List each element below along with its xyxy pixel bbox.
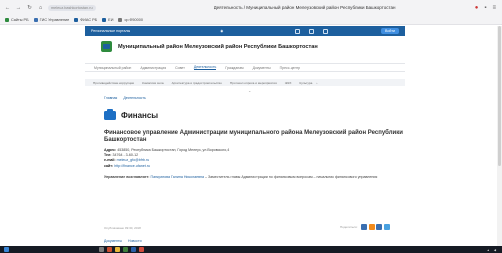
start-icon[interactable] bbox=[4, 247, 9, 252]
vk-icon[interactable] bbox=[361, 224, 368, 230]
browser-titlebar: ← → ↻ ⌂ meleuz.bashkortostan.ru Деятельн… bbox=[0, 0, 502, 15]
forward-icon[interactable]: → bbox=[15, 4, 22, 11]
regional-portals-link[interactable]: Региональные порталы bbox=[91, 29, 130, 33]
bookmark-icon bbox=[5, 17, 9, 22]
address-label: Адрес: bbox=[104, 148, 117, 152]
address-value: 453850, Республика Башкортостан, Город М… bbox=[117, 148, 230, 152]
site-label: сайт: bbox=[104, 164, 114, 168]
taskbar-app-icon[interactable] bbox=[131, 247, 136, 252]
email-label: e-mail: bbox=[104, 158, 116, 162]
subnav-item[interactable]: Комиссия села bbox=[142, 81, 163, 85]
email-link[interactable]: meleuz_gfo@bfrb.ru bbox=[117, 158, 150, 162]
head-description: – Заместитель главы Администрации по фин… bbox=[204, 175, 378, 179]
taskbar-app-icon[interactable] bbox=[115, 247, 120, 252]
site-logo[interactable] bbox=[101, 41, 112, 52]
reload-icon[interactable]: ↻ bbox=[26, 4, 33, 11]
bookmarks-bar: Сайты РБ ГИС Управление ФИАС РБ ЕИ ср.Ф5… bbox=[0, 15, 502, 25]
breadcrumb: Главная Деятельность bbox=[104, 96, 152, 100]
phone-value: 34764 - 3-60-12 bbox=[112, 153, 139, 157]
sub-navigation: Противодействие коррупции Комиссия села … bbox=[85, 79, 405, 86]
os-taskbar: ▲ ◀ bbox=[0, 246, 502, 253]
nav-item-administration[interactable]: Администрация bbox=[140, 66, 166, 70]
head-name-link[interactable]: Панкратова Галина Николаевна bbox=[150, 175, 203, 179]
share-label: Поделиться: bbox=[340, 225, 358, 229]
breadcrumb-activity[interactable]: Деятельность bbox=[123, 96, 146, 100]
home-icon[interactable]: ⌂ bbox=[37, 4, 44, 11]
page-scrollbar[interactable] bbox=[497, 26, 502, 246]
subnav-item[interactable]: Противодействие коррупции bbox=[93, 81, 134, 85]
bookmark-label: ЕИ bbox=[108, 17, 114, 22]
bookmark-item[interactable]: Сайты РБ bbox=[5, 17, 29, 22]
footer-link-news[interactable]: Новости bbox=[128, 239, 142, 243]
bookmark-item[interactable]: ЕИ bbox=[102, 17, 114, 22]
twitter-icon[interactable] bbox=[383, 224, 390, 230]
taskbar-app-icon[interactable] bbox=[139, 247, 144, 252]
subnav-item[interactable]: ЖКХ bbox=[285, 81, 292, 85]
back-icon[interactable]: ← bbox=[4, 4, 11, 11]
taskbar-app-icon[interactable] bbox=[99, 247, 104, 252]
extension-icon[interactable]: ▪ bbox=[484, 5, 486, 11]
subnav-item[interactable]: Культура bbox=[300, 81, 313, 85]
page-title: Финансы bbox=[121, 111, 159, 120]
head-info: Управление возглавляет: Панкратова Галин… bbox=[104, 175, 404, 180]
footer-links: Документы Новости bbox=[104, 239, 148, 243]
bookmark-icon bbox=[102, 17, 107, 22]
tab-title: Деятельность / Муниципальный район Мелеу… bbox=[213, 5, 396, 10]
browser-window: ← → ↻ ⌂ meleuz.bashkortostan.ru Деятельн… bbox=[0, 0, 502, 253]
pin-icon[interactable]: ● bbox=[475, 5, 479, 11]
nav-item-citizens[interactable]: Гражданам bbox=[225, 66, 243, 70]
bookmark-icon bbox=[74, 17, 79, 22]
bookmark-label: ГИС Управление bbox=[39, 17, 70, 22]
subnav-item[interactable]: Протокол опроса и мероприятия bbox=[230, 81, 277, 85]
taskbar-app-icon[interactable] bbox=[107, 247, 112, 252]
bookmark-item[interactable]: ГИС Управление bbox=[33, 17, 70, 22]
search-icon[interactable] bbox=[323, 28, 329, 34]
breadcrumb-home[interactable]: Главная bbox=[104, 96, 117, 100]
main-navigation: Муниципальный район Администрация Совет … bbox=[85, 63, 405, 72]
chevron-down-icon[interactable]: ⌄ bbox=[248, 88, 251, 93]
bookmark-label: ФИАС РБ bbox=[80, 17, 98, 22]
org-name: Финансовое управление Администрации муни… bbox=[104, 130, 403, 143]
volume-icon[interactable]: ◀ bbox=[494, 248, 496, 252]
share-block: Поделиться: bbox=[340, 224, 390, 230]
grid-icon[interactable] bbox=[295, 28, 301, 34]
phone-label: Тел: bbox=[104, 153, 112, 157]
bookmark-icon bbox=[118, 17, 123, 22]
publish-date: Опубликовано 09:30, 2018 bbox=[104, 226, 141, 230]
address-bar[interactable]: meleuz.bashkortostan.ru bbox=[48, 4, 96, 11]
bookmark-icon bbox=[33, 17, 38, 22]
nav-item-press[interactable]: Пресс-центр bbox=[280, 66, 300, 70]
bookmark-item[interactable]: ср.Ф50000 bbox=[118, 17, 143, 22]
footer-link-documents[interactable]: Документы bbox=[104, 239, 122, 243]
network-icon[interactable]: ▲ bbox=[487, 248, 490, 252]
nav-item-council[interactable]: Совет bbox=[175, 66, 185, 70]
contacts-block: Адрес: 453850, Республика Башкортостан, … bbox=[104, 148, 404, 169]
nav-item-activity[interactable]: Деятельность bbox=[193, 65, 217, 70]
taskbar-app-icon[interactable] bbox=[123, 247, 128, 252]
nav-item-documents[interactable]: Документы bbox=[253, 66, 271, 70]
bookmark-item[interactable]: ФИАС РБ bbox=[74, 17, 98, 22]
system-tray[interactable]: ▲ ◀ bbox=[487, 248, 496, 252]
facebook-icon[interactable] bbox=[376, 224, 383, 230]
site-topbar: Региональные порталы ◉ Войти bbox=[85, 26, 405, 36]
site-title[interactable]: Муниципальный район Мелеузовский район Р… bbox=[118, 44, 318, 50]
subnav-item[interactable]: Архитектура и градостроительство bbox=[172, 81, 222, 85]
bookmark-label: Сайты РБ bbox=[11, 17, 29, 22]
scrollbar-thumb[interactable] bbox=[498, 26, 501, 166]
menu-icon[interactable]: ≡ bbox=[492, 5, 496, 11]
ok-icon[interactable] bbox=[368, 224, 375, 230]
eye-icon[interactable]: ◉ bbox=[220, 29, 223, 33]
bookmark-label: ср.Ф50000 bbox=[124, 17, 143, 22]
nav-item-municipal[interactable]: Муниципальный район bbox=[94, 66, 131, 70]
site-link[interactable]: http://finance.ufanet.ru bbox=[114, 164, 150, 168]
head-label: Управление возглавляет: bbox=[104, 175, 150, 179]
login-button[interactable]: Войти bbox=[380, 28, 399, 34]
chevron-right-icon[interactable]: › bbox=[316, 81, 317, 85]
mail-icon[interactable] bbox=[309, 28, 315, 34]
briefcase-icon bbox=[104, 109, 116, 120]
